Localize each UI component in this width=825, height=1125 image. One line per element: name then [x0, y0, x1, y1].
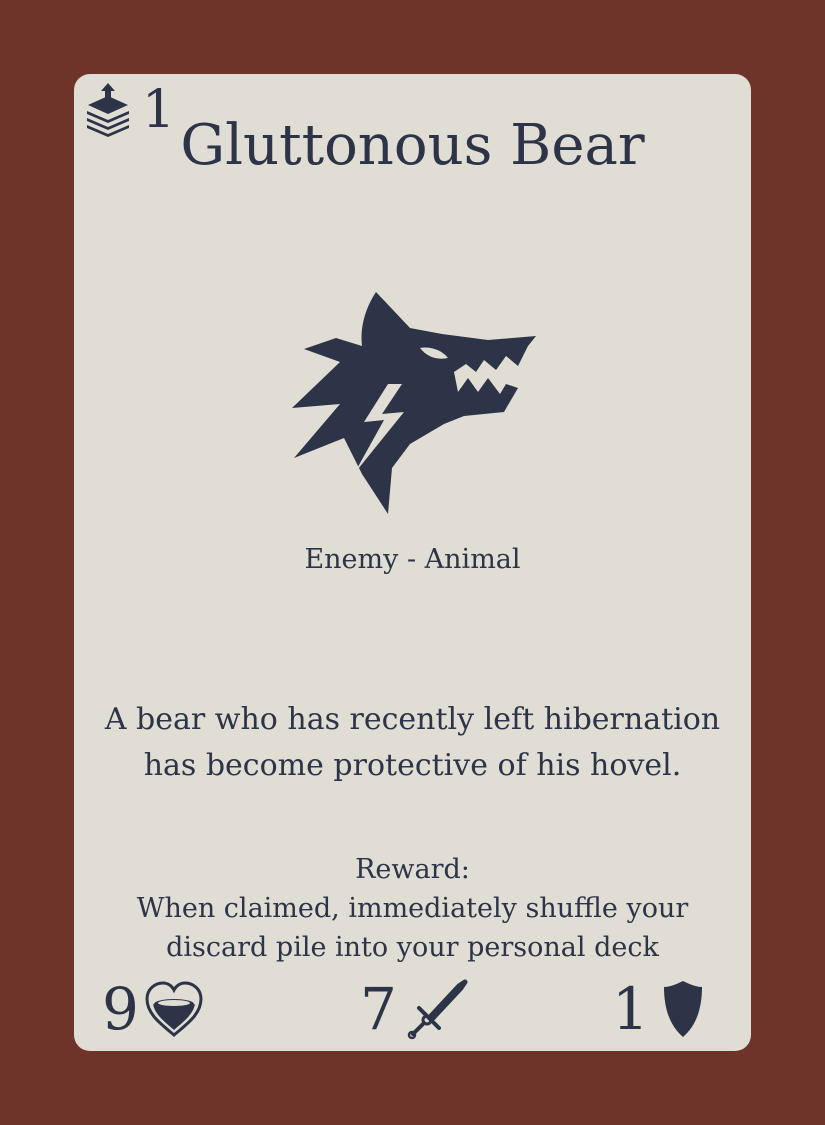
defense-stat: 1	[612, 974, 703, 1044]
reward-heading: Reward:	[355, 854, 470, 885]
sword-icon	[407, 979, 468, 1040]
defense-value: 1	[612, 975, 649, 1043]
game-card[interactable]: 1 Gluttonous Bear Enemy - Animal A bear …	[74, 74, 751, 1051]
card-type-line: Enemy - Animal	[304, 544, 521, 575]
snarling-beast-head-icon	[292, 292, 536, 514]
attack-value: 7	[360, 975, 397, 1043]
card-reward: Reward: When claimed, immediately shuffl…	[104, 850, 721, 967]
reward-line: When claimed, immediately shuffle your	[136, 893, 689, 924]
card-flavor-text: A bear who has recently left hibernation…	[104, 697, 721, 789]
reward-line: discard pile into your personal deck	[166, 932, 659, 963]
flavor-line: has become protective of his hovel.	[143, 748, 682, 783]
health-value: 9	[102, 975, 139, 1043]
heart-icon	[145, 981, 203, 1037]
shield-icon	[663, 981, 702, 1037]
health-stat: 9	[102, 974, 205, 1044]
flavor-line: A bear who has recently left hibernation	[104, 702, 721, 737]
card-title: Gluttonous Bear	[180, 113, 645, 178]
attack-stat: 7	[360, 974, 469, 1044]
